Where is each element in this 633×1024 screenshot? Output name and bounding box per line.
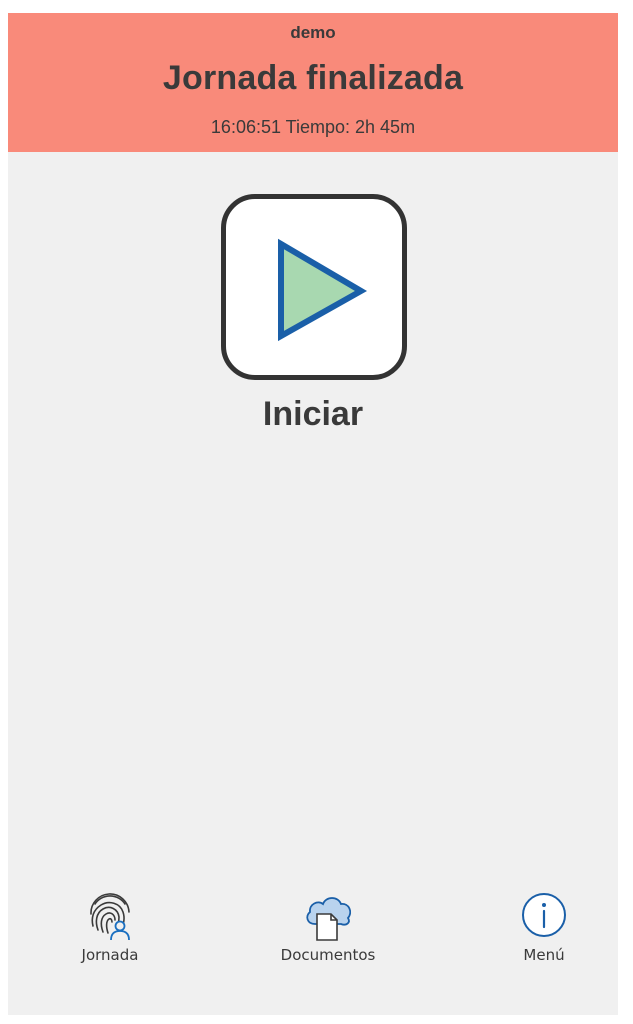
- status-header: demo Jornada finalizada 16:06:51 Tiempo:…: [8, 13, 618, 152]
- nav-label-documentos: Documentos: [280, 946, 376, 964]
- nav-label-jornada: Jornada: [81, 946, 139, 964]
- start-label[interactable]: Iniciar: [8, 395, 618, 434]
- start-button[interactable]: [221, 194, 407, 380]
- bottom-nav: Jornada Documentos Menú: [8, 888, 618, 978]
- nav-item-menu[interactable]: Menú: [474, 888, 614, 964]
- nav-label-menu: Menú: [523, 946, 565, 964]
- user-name: demo: [290, 23, 336, 42]
- play-icon: [278, 238, 368, 342]
- nav-item-documentos[interactable]: Documentos: [258, 888, 398, 964]
- fingerprint-user-icon: [90, 893, 130, 941]
- nav-item-jornada[interactable]: Jornada: [40, 888, 180, 964]
- page-title: Jornada finalizada: [162, 59, 464, 97]
- status-time: 16:06:51 Tiempo: 2h 45m: [210, 117, 416, 137]
- app-screen: demo Jornada finalizada 16:06:51 Tiempo:…: [8, 13, 618, 1015]
- info-icon: [522, 893, 566, 937]
- cloud-document-icon: [306, 897, 352, 941]
